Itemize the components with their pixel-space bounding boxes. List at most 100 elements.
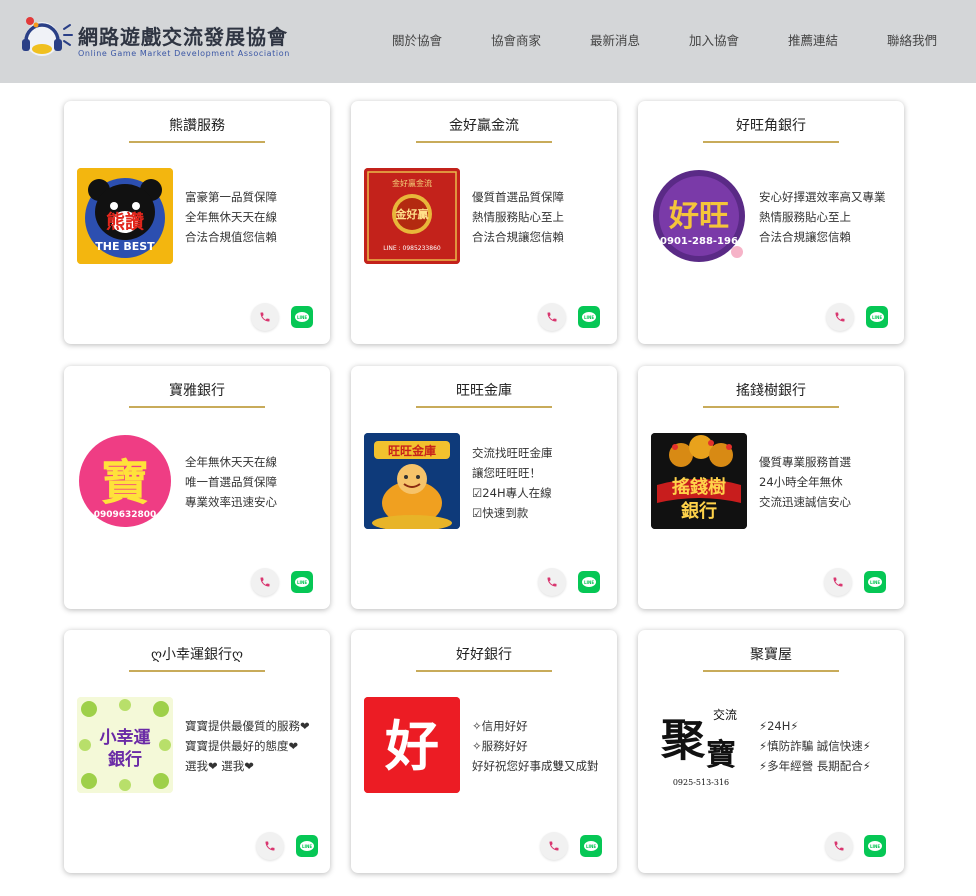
- svg-text:THE BEST: THE BEST: [95, 240, 155, 253]
- svg-text:金好贏: 金好贏: [395, 207, 429, 221]
- phone-icon: [260, 577, 270, 587]
- card-title: 聚寶屋: [750, 647, 792, 663]
- svg-text:寶: 寶: [101, 455, 149, 511]
- merchant-card: ღ小幸運銀行ღ 小幸運 銀行 寶寶提供最優質的服務❤ 寶寶提供最好的態度❤ 選我…: [64, 630, 330, 873]
- line-chat-button[interactable]: LINE: [578, 571, 600, 593]
- card-description: 安心好擇選效率高又專業 熱情服務貼心至上 合法合規讓您信賴: [759, 190, 886, 244]
- call-button[interactable]: [825, 832, 853, 860]
- line-icon: LINE: [868, 577, 882, 587]
- line-chat-button[interactable]: LINE: [864, 835, 886, 857]
- card-title: 旺旺金庫: [456, 383, 512, 399]
- card-title: 好旺角銀行: [736, 118, 806, 134]
- site-subtitle: Online Game Market Development Associati…: [78, 49, 290, 58]
- card-description: 寶寶提供最優質的服務❤ 寶寶提供最好的態度❤ 選我❤ 選我❤: [185, 719, 310, 773]
- line-icon: LINE: [584, 841, 598, 851]
- main-nav: 關於協會 協會商家 最新消息 加入協會 推薦連結 聯絡我們: [0, 30, 976, 50]
- line-chat-button[interactable]: LINE: [296, 835, 318, 857]
- svg-text:金好贏金流: 金好贏金流: [392, 178, 432, 188]
- merchant-logo[interactable]: 好: [364, 697, 460, 793]
- card-title: 熊讚服務: [169, 118, 225, 134]
- merchant-logo[interactable]: 旺旺金庫: [364, 433, 460, 529]
- line-icon: LINE: [870, 312, 884, 322]
- calligraphy-logo-icon: 聚 寶 交流 0925-513-316: [651, 697, 747, 793]
- merchant-card: 寶雅銀行 寶 0909632800 全年無休天天在線 唯一首選品質保障 專業效率…: [64, 366, 330, 609]
- phone-icon: [549, 841, 559, 851]
- site-header: 網路遊戲交流發展協會 Online Game Market Developmen…: [0, 0, 976, 83]
- call-button[interactable]: [251, 568, 279, 596]
- title-divider: [129, 141, 265, 143]
- svg-text:0925-513-316: 0925-513-316: [673, 778, 729, 787]
- nav-news[interactable]: 最新消息: [590, 30, 640, 49]
- nav-links[interactable]: 推薦連結: [788, 30, 838, 49]
- line-chat-button[interactable]: LINE: [866, 306, 888, 328]
- phone-icon: [547, 312, 557, 322]
- svg-text:聚: 聚: [660, 715, 706, 766]
- nav-contact[interactable]: 聯絡我們: [887, 30, 937, 49]
- svg-text:銀行: 銀行: [681, 500, 717, 522]
- title-divider: [129, 670, 265, 672]
- line-chat-button[interactable]: LINE: [291, 306, 313, 328]
- call-button[interactable]: [540, 832, 568, 860]
- merchant-card: 旺旺金庫 旺旺金庫 交流找旺旺金庫 讓您旺旺旺！ ☑24H專人在線 ☑快速到款 …: [351, 366, 617, 609]
- call-button[interactable]: [824, 568, 852, 596]
- nav-about[interactable]: 關於協會: [392, 30, 442, 49]
- phone-icon: [265, 841, 275, 851]
- svg-text:搖錢樹: 搖錢樹: [672, 476, 726, 498]
- card-title: 寶雅銀行: [169, 383, 225, 399]
- merchant-logo[interactable]: 搖錢樹 銀行: [651, 433, 747, 529]
- merchant-logo[interactable]: 聚 寶 交流 0925-513-316: [651, 697, 747, 793]
- line-icon: LINE: [300, 841, 314, 851]
- call-button[interactable]: [826, 303, 854, 331]
- call-button[interactable]: [251, 303, 279, 331]
- purple-seal-logo-icon: 好旺 0901-288-196: [651, 168, 747, 264]
- svg-text:小幸運: 小幸運: [100, 727, 151, 748]
- merchant-card: 金好贏金流 金好贏金流 金好贏 LINE : 0985233860 優質首選品質…: [351, 101, 617, 344]
- phone-icon: [547, 577, 557, 587]
- card-description: 交流找旺旺金庫 讓您旺旺旺！ ☑24H專人在線 ☑快速到款: [472, 446, 553, 520]
- line-icon: LINE: [295, 312, 309, 322]
- line-chat-button[interactable]: LINE: [580, 835, 602, 857]
- card-title: 好好銀行: [456, 647, 512, 663]
- title-divider: [416, 670, 552, 672]
- gold-coin-logo-icon: 金好贏金流 金好贏 LINE : 0985233860: [364, 168, 460, 264]
- line-chat-button[interactable]: LINE: [864, 571, 886, 593]
- line-chat-button[interactable]: LINE: [578, 306, 600, 328]
- title-divider: [703, 406, 839, 408]
- svg-text:寶: 寶: [706, 738, 736, 773]
- merchant-logo[interactable]: 熊讚 THE BEST: [77, 168, 173, 264]
- title-divider: [703, 141, 839, 143]
- title-divider: [129, 406, 265, 408]
- card-title: 金好贏金流: [449, 118, 519, 134]
- card-title: 搖錢樹銀行: [736, 383, 806, 399]
- svg-text:交流: 交流: [713, 707, 737, 722]
- svg-text:旺旺金庫: 旺旺金庫: [388, 443, 436, 458]
- merchant-logo[interactable]: 好旺 0901-288-196: [651, 168, 747, 264]
- line-icon: LINE: [582, 312, 596, 322]
- call-button[interactable]: [538, 568, 566, 596]
- line-icon: LINE: [295, 577, 309, 587]
- svg-text:銀行: 銀行: [108, 749, 142, 770]
- nav-members[interactable]: 協會商家: [491, 30, 541, 49]
- svg-text:好旺: 好旺: [668, 199, 729, 234]
- line-icon: LINE: [868, 841, 882, 851]
- call-button[interactable]: [256, 832, 284, 860]
- card-description: ⚡24H⚡ ⚡慎防詐騙 誠信快速⚡ ⚡多年經營 長期配合⚡: [759, 719, 871, 773]
- nav-join[interactable]: 加入協會: [689, 30, 739, 49]
- buddha-logo-icon: 旺旺金庫: [364, 433, 460, 529]
- merchant-card: 搖錢樹銀行 搖錢樹 銀行 優質專業服務首選 24小時全年無休 交流迅速誠信安心 …: [638, 366, 904, 609]
- merchant-logo[interactable]: 寶 0909632800: [77, 433, 173, 529]
- merchant-logo[interactable]: 小幸運 銀行: [77, 697, 173, 793]
- call-button[interactable]: [538, 303, 566, 331]
- svg-text:0909632800: 0909632800: [94, 510, 157, 520]
- svg-text:熊讚: 熊讚: [106, 210, 144, 233]
- phone-icon: [834, 841, 844, 851]
- merchant-card: 聚寶屋 聚 寶 交流 0925-513-316 ⚡24H⚡ ⚡慎防詐騙 誠信快速…: [638, 630, 904, 873]
- line-icon: LINE: [582, 577, 596, 587]
- card-description: ✧信用好好 ✧服務好好 好好祝您好事成雙又成對: [472, 719, 599, 773]
- merchant-card: 好好銀行 好 ✧信用好好 ✧服務好好 好好祝您好事成雙又成對 LINE: [351, 630, 617, 873]
- card-title: ღ小幸運銀行ღ: [150, 647, 243, 663]
- merchant-logo[interactable]: 金好贏金流 金好贏 LINE : 0985233860: [364, 168, 460, 264]
- line-chat-button[interactable]: LINE: [291, 571, 313, 593]
- svg-text:LINE : 0985233860: LINE : 0985233860: [383, 245, 441, 252]
- title-divider: [416, 141, 552, 143]
